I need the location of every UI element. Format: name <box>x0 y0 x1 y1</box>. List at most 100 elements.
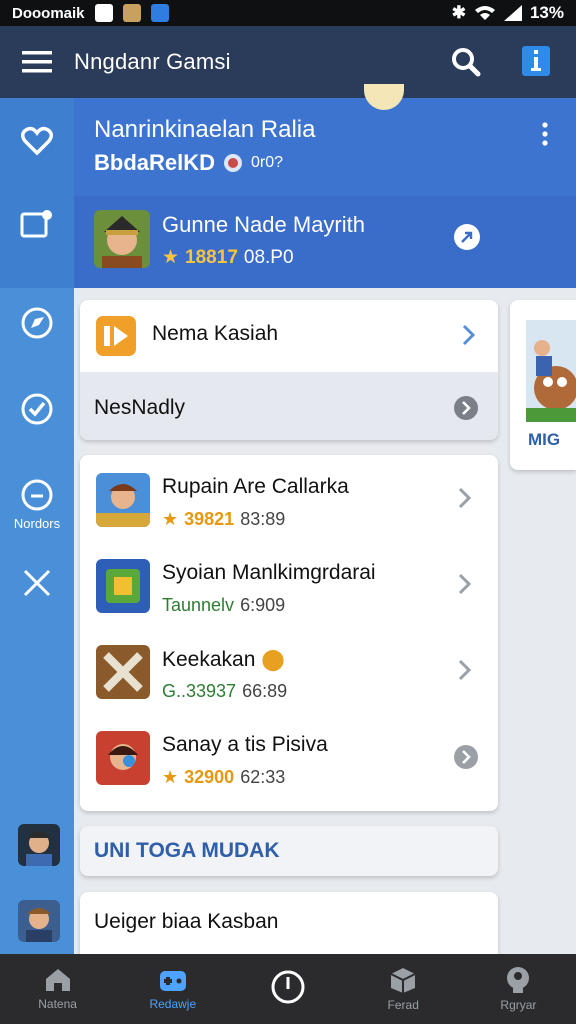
header-title: Nanrinkinaelan Ralia <box>94 116 316 143</box>
nav-home[interactable]: Natena <box>0 954 115 1024</box>
nav-profile[interactable]: Rgryar <box>461 954 576 1024</box>
featured-title: Gunne Nade Mayrith <box>162 212 365 237</box>
carrier-text: Dooomaik <box>12 4 85 22</box>
app-bar: Nngdanr Gamsi <box>0 26 576 98</box>
game-name-text: Keekakan <box>162 648 256 671</box>
chevron-right-icon <box>458 487 472 509</box>
game-time: 6:909 <box>240 595 286 615</box>
game-name: Rupain Are Callarka <box>162 475 349 498</box>
star-icon: ★ <box>162 247 180 268</box>
promo-label: MIG <box>528 430 561 449</box>
game-rating: G..33937 <box>162 681 237 701</box>
section-title: UNI TOGA MUDAK <box>94 839 280 862</box>
info-button[interactable] <box>522 46 550 76</box>
star-icon: ★ <box>162 509 179 529</box>
list-item[interactable]: Rupain Are Callarka ★ 39821 83:89 <box>80 455 498 541</box>
arrow-icon <box>461 231 473 243</box>
box-icon <box>390 968 416 993</box>
game-icon <box>96 645 150 699</box>
list-item[interactable]: Syoian Manlkimgrdarai Taunnelv 6:909 <box>80 541 498 627</box>
app-title: Nngdanr Gamsi <box>74 49 231 74</box>
game-meta: Taunnelv 6:909 <box>162 595 285 616</box>
minus-circle-icon <box>21 479 53 511</box>
list-item[interactable]: Keekakan ⬤ G..33937 66:89 <box>80 627 498 713</box>
notification-icon <box>94 4 113 22</box>
game-name: Keekakan ⬤ <box>162 647 285 672</box>
profile-icon <box>507 967 530 993</box>
profile-header: Nanrinkinaelan Ralia BbdaRelKD 0r0? <box>74 84 576 196</box>
menu-button[interactable] <box>0 26 74 98</box>
list-item[interactable]: NesNadly <box>80 372 498 440</box>
game-rating: Taunnelv <box>162 595 235 615</box>
check-circle-icon <box>21 393 53 425</box>
signal-icon <box>503 5 522 21</box>
rail-item-favorites[interactable] <box>0 126 74 156</box>
clock-icon <box>271 970 305 1004</box>
rail-item-nordors[interactable]: Nordors <box>0 478 74 531</box>
rail-item-close[interactable] <box>0 568 74 598</box>
featured-game[interactable]: Gunne Nade Mayrith ★ 18817 08.P0 <box>74 196 576 288</box>
nav-feed[interactable]: Ferad <box>346 954 461 1024</box>
row-title: NesNadly <box>94 396 186 419</box>
nav-library[interactable]: Redawje <box>115 954 230 1024</box>
notification-box-icon <box>20 210 52 238</box>
list-item[interactable]: Sanay a tis Pisiva ★ 32900 62:33 <box>80 713 498 799</box>
more-vert-icon <box>542 122 548 146</box>
compass-icon <box>21 307 53 339</box>
header-subtitle-meta: 0r0? <box>251 154 284 171</box>
rail-label: Nordors <box>13 516 61 531</box>
app-icon <box>96 316 136 356</box>
avatar[interactable] <box>18 900 60 942</box>
gamepad-icon <box>159 971 186 991</box>
game-time: 83:89 <box>240 509 286 529</box>
game-thumbnail <box>94 210 150 268</box>
more-options-button[interactable] <box>540 122 550 151</box>
hamburger-icon <box>22 51 52 73</box>
trophy-icon: ⬤ <box>261 648 285 671</box>
nav-center[interactable] <box>230 954 345 1024</box>
game-name: Sanay a tis Pisiva <box>162 733 328 756</box>
rail-item-verified[interactable] <box>0 392 74 426</box>
section-header[interactable]: UNI TOGA MUDAK <box>80 826 498 876</box>
notification-icon <box>122 4 141 22</box>
game-time: 66:89 <box>242 681 288 701</box>
nav-label: Ferad <box>387 998 419 1012</box>
menu-card: Nema Kasiah NesNadly <box>80 300 498 440</box>
avatar[interactable] <box>18 824 60 866</box>
promo-card[interactable]: MIG <box>510 300 576 470</box>
game-meta: ★ 39821 83:89 <box>162 509 285 530</box>
featured-meta: ★ 18817 08.P0 <box>162 246 294 269</box>
wifi-icon <box>474 6 495 20</box>
star-icon: ★ <box>162 767 179 787</box>
home-icon <box>45 969 70 991</box>
search-icon <box>452 48 481 77</box>
game-name: Syoian Manlkimgrdarai <box>162 561 376 584</box>
search-button[interactable] <box>448 44 484 80</box>
game-icon <box>96 559 150 613</box>
game-meta: G..33937 66:89 <box>162 681 287 702</box>
list-item[interactable]: Ueiger biaa Kasban <box>80 892 498 962</box>
decoration-shape <box>364 84 404 110</box>
header-subtitle: BbdaRelKD 0r0? <box>94 150 283 176</box>
battery-text: 13% <box>529 3 564 22</box>
game-time: 62:33 <box>240 767 286 787</box>
info-icon <box>531 50 541 71</box>
nav-label: Rgryar <box>500 998 537 1012</box>
game-meta: ★ 32900 62:33 <box>162 767 285 788</box>
game-icon <box>96 731 150 785</box>
chevron-right-icon <box>462 324 476 346</box>
heart-icon <box>21 126 53 156</box>
rail-item-explore[interactable] <box>0 306 74 340</box>
nav-label: Natena <box>38 997 77 1011</box>
chevron-right-icon <box>458 573 472 595</box>
featured-rating: 18817 <box>185 246 238 268</box>
rail-item-messages[interactable] <box>0 208 74 240</box>
badge-icon <box>224 154 243 172</box>
game-rating: 39821 <box>184 509 235 529</box>
games-list: Rupain Are Callarka ★ 39821 83:89 Syoian… <box>80 455 498 811</box>
game-rating: 32900 <box>184 767 235 787</box>
list-item[interactable]: Nema Kasiah <box>80 300 498 372</box>
featured-time: 08.P0 <box>243 246 294 268</box>
open-button[interactable] <box>454 224 480 250</box>
close-icon <box>23 569 51 597</box>
